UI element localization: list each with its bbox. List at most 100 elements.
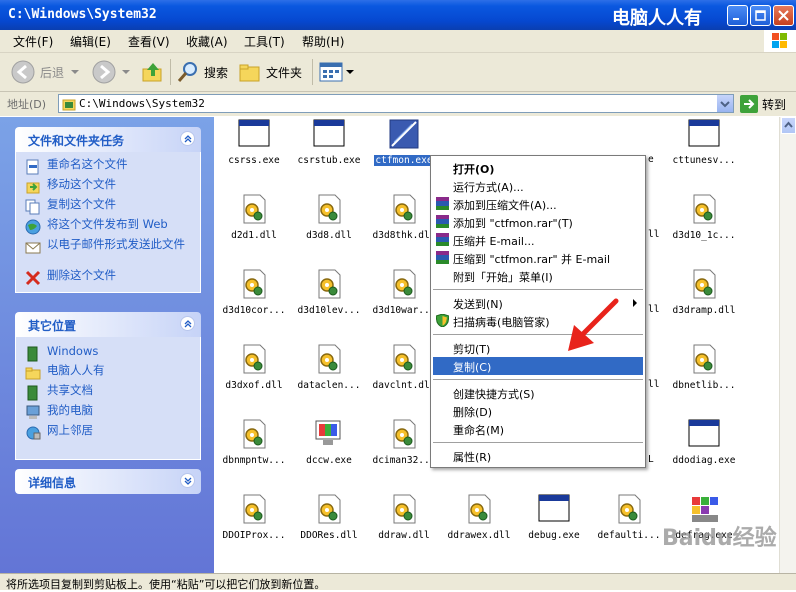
go-button[interactable]: 转到 — [740, 95, 786, 113]
file-item[interactable]: d3dxof.dll — [214, 343, 294, 403]
place-network[interactable]: 网上邻居 — [25, 424, 93, 441]
forward-button[interactable] — [91, 59, 131, 85]
search-button[interactable]: 搜索 — [176, 59, 228, 85]
menu-item-compress-rar-email[interactable]: 压缩到 "ctfmon.rar" 并 E-mail — [433, 249, 643, 267]
place-my-computer[interactable]: 我的电脑 — [25, 404, 93, 421]
file-item[interactable]: DDORes.dll — [289, 493, 369, 553]
file-item[interactable]: d3d8.dll — [289, 193, 369, 253]
dll-gear-icon — [393, 269, 416, 299]
file-name: DDOIProx... — [222, 530, 286, 541]
file-item[interactable]: dbnmpntw... — [214, 418, 294, 478]
menu-item-add-archive[interactable]: 添加到压缩文件(A)... — [433, 195, 643, 213]
file-item[interactable]: ddraw.dll — [364, 493, 444, 553]
dll-gear-icon — [693, 194, 716, 224]
file-name: dataclen... — [297, 380, 361, 391]
file-item[interactable]: debug.exe — [514, 493, 594, 553]
file-item[interactable]: ddrawex.dll — [439, 493, 519, 553]
collapse-button[interactable] — [180, 316, 195, 331]
file-item[interactable]: DDOIProx... — [214, 493, 294, 553]
folder-icon — [25, 367, 41, 380]
file-item[interactable]: dbnetlib... — [664, 343, 744, 403]
dll-gear-icon — [243, 344, 266, 374]
menu-item-pin-start[interactable]: 附到「开始」菜单(I) — [433, 267, 643, 285]
panel-header[interactable]: 详细信息 — [15, 469, 201, 494]
file-item[interactable]: csrstub.exe — [289, 118, 369, 178]
minimize-button[interactable] — [727, 5, 748, 26]
rename-icon — [26, 159, 39, 175]
file-item[interactable]: dccw.exe — [289, 418, 369, 478]
dll-gear-icon — [243, 269, 266, 299]
folder-up-icon — [142, 63, 162, 82]
menu-tools[interactable]: 工具(T) — [244, 33, 285, 50]
menu-item-rename[interactable]: 重命名(M) — [433, 420, 643, 438]
back-button[interactable]: 后退 — [10, 59, 80, 85]
vertical-scrollbar[interactable] — [779, 117, 796, 573]
address-input[interactable]: C:\Windows\System32 — [58, 94, 734, 113]
file-item[interactable]: cttunesv... — [664, 118, 744, 178]
menu-item-run-as[interactable]: 运行方式(A)... — [433, 177, 643, 195]
menu-favorites[interactable]: 收藏(A) — [186, 33, 228, 50]
file-item[interactable]: d2d1.dll — [214, 193, 294, 253]
menu-item-copy[interactable]: 复制(C) — [433, 357, 643, 375]
panel-header[interactable]: 其它位置 — [15, 312, 201, 337]
back-label: 后退 — [40, 65, 65, 80]
file-item[interactable]: d3d10cor... — [214, 268, 294, 328]
window-app-icon — [538, 494, 570, 522]
task-copy[interactable]: 复制这个文件 — [25, 198, 116, 215]
place-shared-docs[interactable]: 共享文档 — [25, 384, 93, 401]
file-item[interactable]: ddodiag.exe — [664, 418, 744, 478]
dll-gear-icon — [468, 494, 491, 524]
menu-item-delete[interactable]: 删除(D) — [433, 402, 643, 420]
task-move[interactable]: 移动这个文件 — [25, 178, 116, 195]
partial-file-label: ll — [648, 379, 660, 390]
file-item[interactable]: d3dramp.dll — [664, 268, 744, 328]
panel-title: 其它位置 — [28, 319, 77, 333]
place-windows[interactable]: Windows — [25, 345, 98, 362]
file-item[interactable]: d3d10lev... — [289, 268, 369, 328]
chevron-down-icon — [184, 477, 192, 485]
maximize-button[interactable] — [750, 5, 771, 26]
file-name: d3dxof.dll — [225, 380, 283, 391]
folders-button[interactable]: 文件夹 — [238, 59, 302, 85]
partial-file-label: ll — [648, 229, 660, 240]
menu-edit[interactable]: 编辑(E) — [70, 33, 111, 50]
expand-button[interactable] — [180, 473, 195, 488]
task-email[interactable]: 以电子邮件形式发送此文件 — [25, 238, 185, 255]
scroll-up-button[interactable] — [781, 117, 796, 134]
address-value: C:\Windows\System32 — [79, 97, 205, 110]
menu-file[interactable]: 文件(F) — [13, 33, 53, 50]
file-item[interactable]: csrss.exe — [214, 118, 294, 178]
window-title: C:\Windows\System32 — [8, 7, 157, 22]
panel-header[interactable]: 文件和文件夹任务 — [15, 127, 201, 152]
address-dropdown-button[interactable] — [717, 95, 733, 112]
menu-item-create-shortcut[interactable]: 创建快捷方式(S) — [433, 384, 643, 402]
search-label: 搜索 — [204, 65, 229, 80]
file-item[interactable]: d3d10_1c... — [664, 193, 744, 253]
window-app-icon — [238, 119, 270, 147]
file-name: csrstub.exe — [297, 155, 361, 166]
task-pane: 文件和文件夹任务 重命名这个文件 移动这个文件 复制这个文件 将这个文件发布到 … — [0, 117, 214, 573]
dll-gear-icon — [393, 419, 416, 449]
menu-view[interactable]: 查看(V) — [128, 33, 170, 50]
file-item[interactable]: dataclen... — [289, 343, 369, 403]
close-button[interactable] — [773, 5, 794, 26]
file-name: dbnetlib... — [672, 380, 736, 391]
task-delete[interactable]: 删除这个文件 — [25, 269, 116, 286]
collapse-button[interactable] — [180, 131, 195, 146]
task-rename[interactable]: 重命名这个文件 — [25, 158, 128, 175]
menu-item-add-rar[interactable]: 添加到 "ctfmon.rar"(T) — [433, 213, 643, 231]
views-button[interactable] — [319, 59, 355, 85]
maximize-icon — [755, 10, 766, 21]
place-user-folder[interactable]: 电脑人人有 — [25, 364, 105, 381]
chevron-up-icon — [784, 121, 793, 128]
chevron-up-icon — [184, 320, 192, 328]
menu-help[interactable]: 帮助(H) — [302, 33, 344, 50]
task-publish-web[interactable]: 将这个文件发布到 Web — [25, 218, 168, 235]
file-name: defaulti... — [597, 530, 661, 541]
menu-item-properties[interactable]: 属性(R) — [433, 447, 643, 465]
file-name: d3dramp.dll — [672, 305, 736, 316]
menu-item-compress-email[interactable]: 压缩并 E-mail... — [433, 231, 643, 249]
file-item[interactable]: defaulti... — [589, 493, 669, 553]
up-folder-button[interactable] — [141, 59, 165, 85]
menu-item-open[interactable]: 打开(O) — [433, 159, 643, 177]
